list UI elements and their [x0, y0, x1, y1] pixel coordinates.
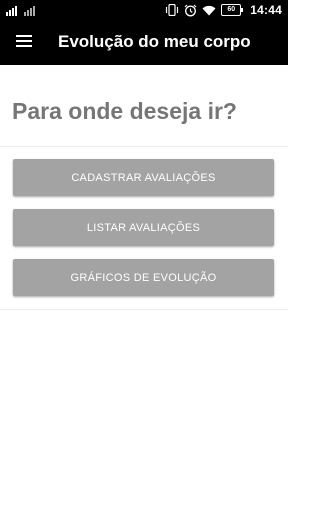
wifi-icon: [202, 5, 216, 15]
battery-icon: 60: [221, 4, 244, 16]
battery-level: 60: [227, 6, 236, 13]
alarm-icon: [184, 4, 197, 16]
signal-icon: [6, 6, 35, 16]
status-time: 14:44: [250, 3, 282, 17]
status-bar: 60 14:44: [0, 0, 288, 20]
vibrate-icon: [166, 4, 179, 16]
app-bar: Evolução do meu corpo: [0, 20, 288, 65]
register-assessments-button[interactable]: CADASTRAR AVALIAÇÕES: [13, 159, 274, 196]
app-title: Evolução do meu corpo: [58, 32, 251, 51]
hamburger-menu-button[interactable]: [6, 23, 42, 59]
hamburger-menu-icon: [16, 35, 32, 47]
list-assessments-button[interactable]: LISTAR AVALIAÇÕES: [13, 209, 274, 246]
page-heading: Para onde deseja ir?: [12, 98, 237, 124]
top-divider: [0, 146, 288, 147]
bottom-divider: [0, 309, 288, 310]
evolution-charts-button[interactable]: GRÁFICOS DE EVOLUÇÃO: [13, 259, 274, 296]
